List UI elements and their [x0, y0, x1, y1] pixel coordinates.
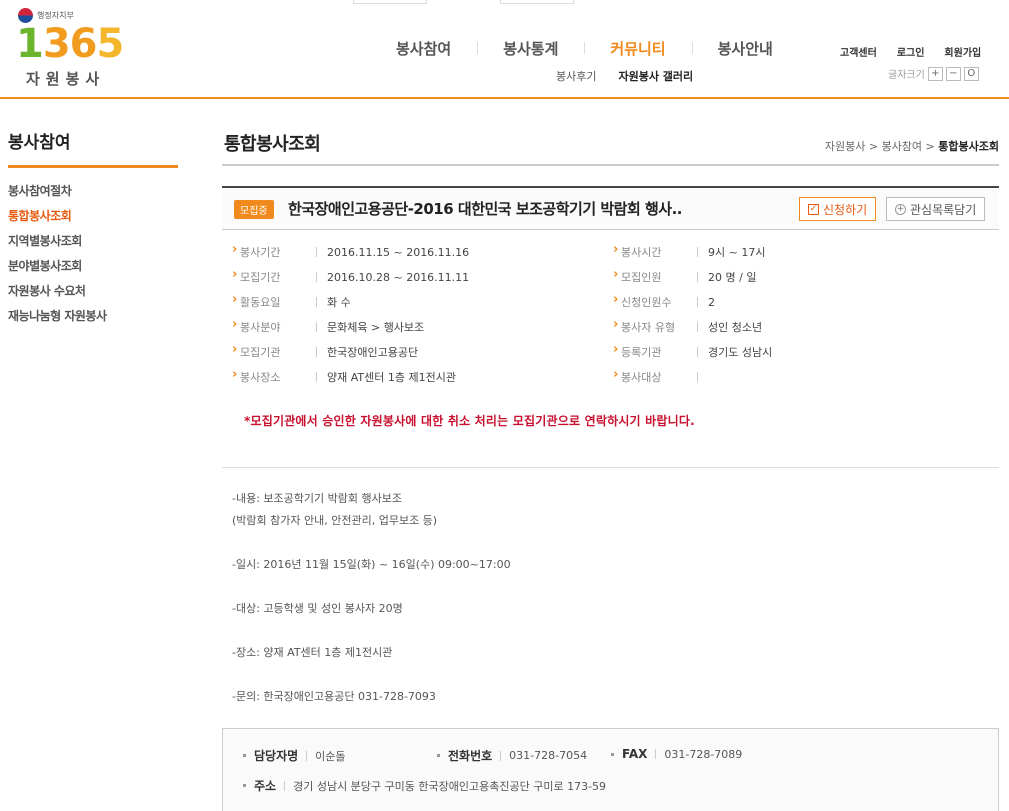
gnb-item-guide[interactable]: 봉사안내	[691, 38, 799, 59]
info-row: 등록기관경기도 성남시	[613, 342, 772, 360]
login-link[interactable]: 로그인	[897, 44, 925, 59]
breadcrumb-separator: >	[925, 140, 935, 153]
add-wishlist-button[interactable]: + 관심목록담기	[886, 197, 986, 221]
font-size-label: 글자크기	[888, 70, 925, 81]
sidebar-item-procedure[interactable]: 봉사참여절차	[8, 182, 178, 207]
description-line: -문의: 한국장애인고용공단 031-728-7093	[232, 690, 436, 703]
info-row: 활동요일화 수	[232, 292, 351, 310]
breadcrumb-separator: >	[868, 140, 879, 153]
sidebar-item-talent-sharing[interactable]: 재능나눔형 자원봉사	[8, 307, 178, 332]
customer-center-link[interactable]: 고객센터	[840, 44, 877, 59]
volunteer-title-bar: 모집중 한국장애인고용공단-2016 대한민국 보조공학기기 박람회 행사.. …	[222, 186, 999, 230]
gnb-item-statistics[interactable]: 봉사통계	[477, 38, 584, 59]
info-row: 신청인원수2	[613, 292, 715, 310]
info-row: 모집인원20 명 / 일	[613, 267, 756, 285]
main-content: 통합봉사조회 자원봉사 > 봉사참여 > 통합봉사조회 모집중 한국장애인고용공…	[222, 126, 999, 811]
info-row: 봉사기간2016.11.15 ~ 2016.11.16	[232, 242, 469, 260]
side-nav-list: 봉사참여절차 통합봉사조회 지역별봉사조회 분야별봉사조회 자원봉사 수요처 재…	[8, 182, 178, 332]
description-line: -일시: 2016년 11월 15일(화) ~ 16일(수) 09:00~17:…	[232, 558, 511, 571]
description-line: -대상: 고등학생 및 성인 봉사자 20명	[232, 602, 403, 615]
main-nav: 봉사참여 봉사통계 커뮤니티 봉사안내	[370, 38, 799, 59]
volunteer-info: 봉사기간2016.11.15 ~ 2016.11.16 모집기간2016.10.…	[222, 242, 999, 429]
sidebar-item-field-search[interactable]: 분야별봉사조회	[8, 257, 178, 282]
sidebar-item-demand-place[interactable]: 자원봉사 수요처	[8, 282, 178, 307]
contact-fax: FAX 031-728-7089	[611, 747, 742, 761]
description-line: -장소: 양재 AT센터 1층 제1전시관	[232, 646, 393, 659]
font-increase-button[interactable]: +	[927, 66, 943, 81]
info-row: 봉사분야문화체육 > 행사보조	[232, 317, 424, 335]
utility-menu: 고객센터 로그인 회원가입	[840, 44, 981, 59]
subnav-item-gallery[interactable]: 자원봉사 갤러리	[618, 68, 693, 84]
wishlist-button-label: 관심목록담기	[910, 202, 977, 217]
info-row: 모집기관한국장애인고용공단	[232, 342, 418, 360]
logo-number: 1365	[16, 21, 124, 67]
font-decrease-button[interactable]: −	[945, 66, 961, 81]
cancel-notice: *모집기관에서 승인한 자원봉사에 대한 취소 처리는 모집기관으로 연락하시기…	[244, 414, 695, 428]
info-row: 봉사장소양재 AT센터 1층 제1전시관	[232, 367, 456, 385]
check-icon: ✓	[808, 203, 819, 215]
breadcrumb-current: 통합봉사조회	[938, 140, 999, 153]
ministry-name: 행정자치부	[37, 11, 74, 20]
contact-address: 주소 경기 성남시 분당구 구미동 한국장애인고용촉진공단 구미로 173-59	[243, 777, 606, 794]
breadcrumb-item[interactable]: 자원봉사	[825, 140, 865, 153]
description-line: (박람회 참가자 안내, 안전관리, 업무보조 등)	[232, 514, 438, 527]
info-row: 봉사시간9시 ~ 17시	[613, 242, 765, 260]
logo-subtitle: 자원봉사	[26, 70, 106, 88]
content-header: 통합봉사조회 자원봉사 > 봉사참여 > 통합봉사조회	[222, 126, 999, 166]
site-header: 행정자치부 1365 자원봉사 봉사참여 봉사통계 커뮤니티 봉사안내 봉사후기…	[0, 0, 1009, 99]
sidebar-item-region-search[interactable]: 지역별봉사조회	[8, 232, 178, 257]
site-logo[interactable]: 행정자치부 1365 자원봉사	[14, 6, 124, 90]
sidebar-item-integrated-search[interactable]: 통합봉사조회	[8, 207, 178, 232]
page-title: 통합봉사조회	[224, 134, 321, 155]
contact-phone: 전화번호 031-728-7054	[437, 747, 587, 764]
info-row: 봉사대상	[613, 367, 708, 385]
side-nav-title: 봉사참여	[8, 128, 178, 168]
description-line: -내용: 보조공학기기 박람회 행사보조	[232, 492, 402, 505]
status-badge: 모집중	[234, 200, 274, 219]
subnav-item-review[interactable]: 봉사후기	[556, 68, 596, 84]
volunteer-description: -내용: 보조공학기기 박람회 행사보조 (박람회 참가자 안내, 안전관리, …	[222, 468, 999, 708]
font-reset-button[interactable]: O	[963, 66, 979, 81]
signup-link[interactable]: 회원가입	[944, 44, 981, 59]
apply-button[interactable]: ✓ 신청하기	[799, 197, 877, 221]
info-row: 모집기간2016.10.28 ~ 2016.11.11	[232, 267, 469, 285]
info-row: 봉사자 유형성인 청소년	[613, 317, 762, 335]
volunteer-title: 한국장애인고용공단-2016 대한민국 보조공학기기 박람회 행사..	[288, 200, 682, 218]
contact-manager: 담당자명 이순돌	[243, 747, 346, 764]
sub-nav: 봉사후기 자원봉사 갤러리	[556, 68, 693, 84]
gnb-item-participate[interactable]: 봉사참여	[370, 38, 477, 59]
gnb-item-community[interactable]: 커뮤니티	[584, 38, 691, 59]
side-nav: 봉사참여 봉사참여절차 통합봉사조회 지역별봉사조회 분야별봉사조회 자원봉사 …	[8, 128, 178, 332]
font-size-control: 글자크기 + − O	[888, 66, 979, 81]
apply-button-label: 신청하기	[823, 202, 868, 217]
plus-circle-icon: +	[895, 203, 906, 215]
breadcrumb-item[interactable]: 봉사참여	[882, 140, 922, 153]
contact-box: 담당자명 이순돌 전화번호 031-728-7054 FAX 031-728-7089…	[222, 728, 999, 811]
breadcrumb: 자원봉사 > 봉사참여 > 통합봉사조회	[825, 138, 999, 154]
